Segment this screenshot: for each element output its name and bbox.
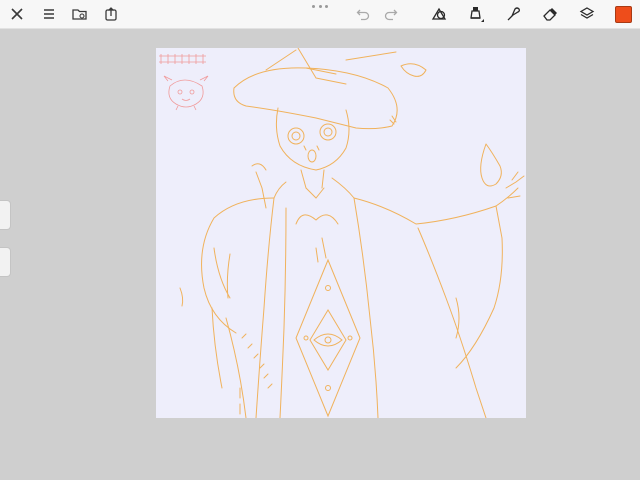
brush-tool-icon[interactable] [465,4,487,24]
top-toolbar [0,0,640,29]
smudge-tool-icon[interactable] [502,4,524,24]
current-color-swatch[interactable] [615,6,632,23]
redo-icon[interactable] [380,4,402,24]
close-icon[interactable] [6,4,28,24]
drawing-canvas[interactable] [156,48,526,418]
eraser-tool-icon[interactable] [539,4,561,24]
brush-opacity-handle[interactable] [0,247,11,277]
export-icon[interactable] [100,4,122,24]
wizard-sketch [179,48,525,418]
watermark-logo [159,54,209,111]
sketch-artwork [159,48,525,418]
menu-icon[interactable] [38,4,60,24]
gallery-icon[interactable] [69,4,91,24]
shape-tool-icon[interactable] [428,4,450,24]
brush-size-handle[interactable] [0,200,11,230]
undo-icon[interactable] [352,4,374,24]
layers-icon[interactable] [576,4,598,24]
toolbar-grip-icon[interactable] [312,2,328,10]
